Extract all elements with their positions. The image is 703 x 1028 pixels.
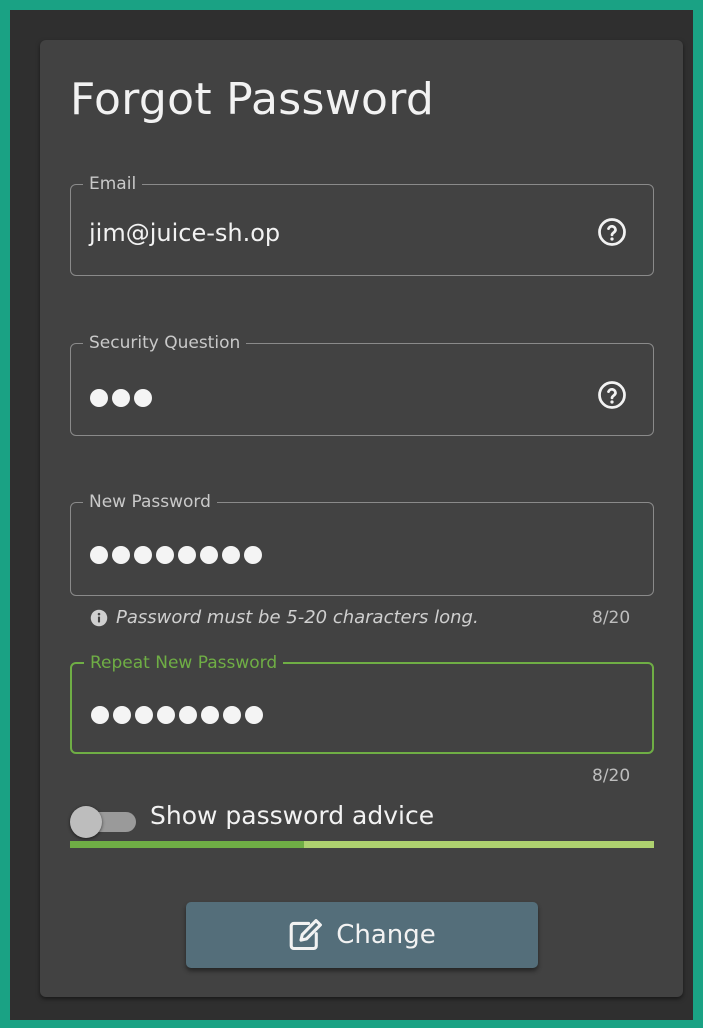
mask-dot (179, 706, 197, 724)
email-label: Email (83, 173, 143, 195)
mask-dot (112, 546, 130, 564)
repeat-password-label: Repeat New Password (84, 652, 284, 674)
security-question-field[interactable]: Security Question (70, 332, 654, 436)
masked-answer[interactable] (90, 389, 152, 407)
mask-dot (156, 546, 174, 564)
masked-repeat-password[interactable] (91, 706, 263, 724)
help-circle-icon[interactable] (597, 217, 627, 247)
mask-dot (91, 706, 109, 724)
password-hint: Password must be 5-20 characters long. (90, 607, 479, 628)
mask-dot (90, 546, 108, 564)
repeat-password-field[interactable]: Repeat New Password (70, 652, 654, 754)
mask-dot (200, 546, 218, 564)
repeat-password-counter: 8/20 (592, 766, 631, 786)
new-password-field[interactable]: New Password (70, 491, 654, 596)
password-hint-text: Password must be 5-20 characters long. (116, 607, 479, 628)
mask-dot (223, 706, 241, 724)
password-strength-meter (70, 841, 654, 848)
mask-dot (178, 546, 196, 564)
password-advice-label[interactable]: Show password advice (150, 801, 434, 830)
toggle-thumb[interactable] (70, 806, 102, 838)
mask-dot (222, 546, 240, 564)
password-advice-toggle[interactable] (70, 806, 136, 838)
new-password-label: New Password (83, 491, 217, 513)
mask-dot (157, 706, 175, 724)
page-title: Forgot Password (70, 74, 435, 125)
edit-icon (289, 919, 323, 951)
mask-dot (244, 546, 262, 564)
mask-dot (113, 706, 131, 724)
strength-meter-fill (70, 841, 304, 848)
new-password-counter: 8/20 (592, 608, 631, 628)
email-value[interactable]: jim@juice-sh.op (89, 219, 280, 247)
help-circle-icon[interactable] (597, 380, 627, 410)
info-icon (90, 609, 108, 626)
mask-dot (135, 706, 153, 724)
change-button-label: Change (336, 920, 436, 950)
mask-dot (201, 706, 219, 724)
email-field[interactable]: Email jim@juice-sh.op (70, 173, 654, 276)
mask-dot (134, 389, 152, 407)
security-question-label: Security Question (83, 332, 247, 354)
mask-dot (90, 389, 108, 407)
masked-new-password[interactable] (90, 546, 262, 564)
mask-dot (112, 389, 130, 407)
change-button[interactable]: Change (186, 902, 538, 968)
mask-dot (134, 546, 152, 564)
mask-dot (245, 706, 263, 724)
